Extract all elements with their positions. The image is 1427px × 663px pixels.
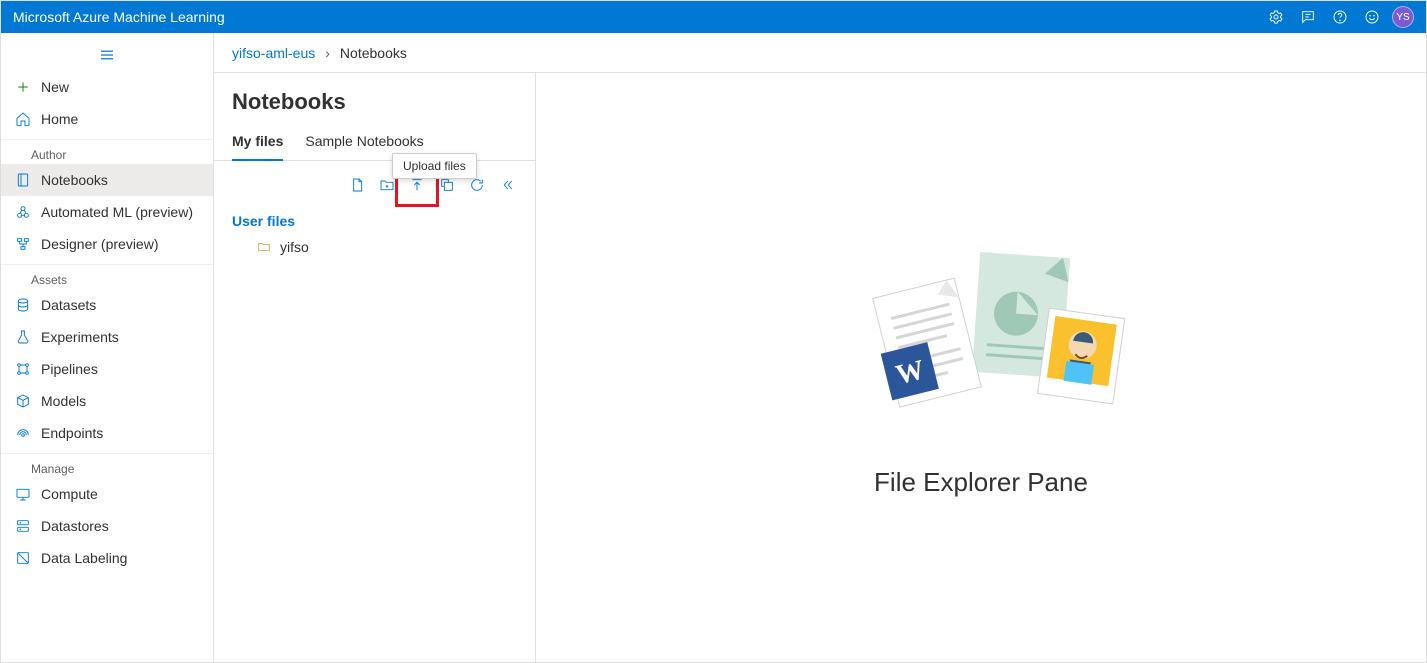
top-bar: Microsoft Azure Machine Learning YS	[1, 1, 1426, 33]
app-title: Microsoft Azure Machine Learning	[13, 9, 225, 25]
nav-label: Models	[41, 393, 86, 409]
nav-label: Datasets	[41, 297, 96, 313]
nav-label: Designer (preview)	[41, 236, 158, 252]
nav-label: Datastores	[41, 518, 109, 534]
nav-label: Experiments	[41, 329, 119, 345]
breadcrumb-workspace[interactable]: yifso-aml-eus	[232, 45, 315, 61]
nav-label: Pipelines	[41, 361, 98, 377]
nav-group-author: Author	[1, 139, 213, 164]
breadcrumb-page: Notebooks	[340, 45, 407, 61]
pipelines-icon	[15, 361, 31, 377]
file-explorer-illustration: W	[831, 237, 1131, 437]
nav-automated-ml[interactable]: Automated ML (preview)	[1, 196, 213, 228]
designer-icon	[15, 236, 31, 252]
folder-icon	[256, 240, 272, 254]
nav-label: Data Labeling	[41, 550, 127, 566]
file-toolbar: Upload files	[214, 161, 535, 203]
nav-endpoints[interactable]: Endpoints	[1, 417, 213, 449]
feedback-list-icon[interactable]	[1292, 1, 1324, 33]
home-icon	[15, 111, 31, 127]
tabs: My files Sample Notebooks	[214, 125, 535, 161]
nav-label: Home	[41, 111, 78, 127]
nav-home[interactable]: Home	[1, 103, 213, 135]
collapse-button[interactable]	[493, 171, 521, 199]
automl-icon	[15, 204, 31, 220]
nav-designer[interactable]: Designer (preview)	[1, 228, 213, 260]
endpoints-icon	[15, 425, 31, 441]
page-title: Notebooks	[214, 85, 535, 125]
nav-experiments[interactable]: Experiments	[1, 321, 213, 353]
files-panel: Notebooks My files Sample Notebooks Uplo…	[214, 73, 536, 662]
compute-icon	[15, 486, 31, 502]
nav-data-labeling[interactable]: Data Labeling	[1, 542, 213, 574]
nav-notebooks[interactable]: Notebooks	[1, 164, 213, 196]
plus-icon	[15, 79, 31, 95]
file-tree: User files yifso	[214, 203, 535, 267]
nav-datastores[interactable]: Datastores	[1, 510, 213, 542]
tree-root[interactable]: User files	[232, 209, 517, 233]
tree-folder-label: yifso	[280, 239, 309, 255]
tree-folder[interactable]: yifso	[232, 233, 517, 261]
settings-icon[interactable]	[1260, 1, 1292, 33]
cube-icon	[15, 393, 31, 409]
nav-label: Endpoints	[41, 425, 103, 441]
nav-label: New	[41, 79, 69, 95]
empty-state: W File Explorer Pane	[536, 73, 1426, 662]
left-nav: New Home Author Notebooks Automated ML (…	[1, 33, 214, 662]
nav-group-manage: Manage	[1, 453, 213, 478]
nav-group-assets: Assets	[1, 264, 213, 289]
nav-label: Automated ML (preview)	[41, 204, 193, 220]
empty-caption: File Explorer Pane	[874, 467, 1088, 498]
nav-label: Compute	[41, 486, 98, 502]
smiley-icon[interactable]	[1356, 1, 1388, 33]
upload-tooltip: Upload files	[392, 153, 477, 179]
breadcrumb: yifso-aml-eus › Notebooks	[214, 33, 1426, 73]
flask-icon	[15, 329, 31, 345]
nav-toggle[interactable]	[1, 39, 213, 71]
nav-datasets[interactable]: Datasets	[1, 289, 213, 321]
nav-label: Notebooks	[41, 172, 108, 188]
help-icon[interactable]	[1324, 1, 1356, 33]
chevron-right-icon: ›	[325, 45, 330, 61]
nav-models[interactable]: Models	[1, 385, 213, 417]
labeling-icon	[15, 550, 31, 566]
datasets-icon	[15, 297, 31, 313]
nav-pipelines[interactable]: Pipelines	[1, 353, 213, 385]
user-avatar[interactable]: YS	[1392, 6, 1414, 28]
nav-new[interactable]: New	[1, 71, 213, 103]
tab-my-files[interactable]: My files	[232, 125, 283, 161]
datastores-icon	[15, 518, 31, 534]
nav-compute[interactable]: Compute	[1, 478, 213, 510]
notebook-icon	[15, 172, 31, 188]
new-file-button[interactable]	[343, 171, 371, 199]
